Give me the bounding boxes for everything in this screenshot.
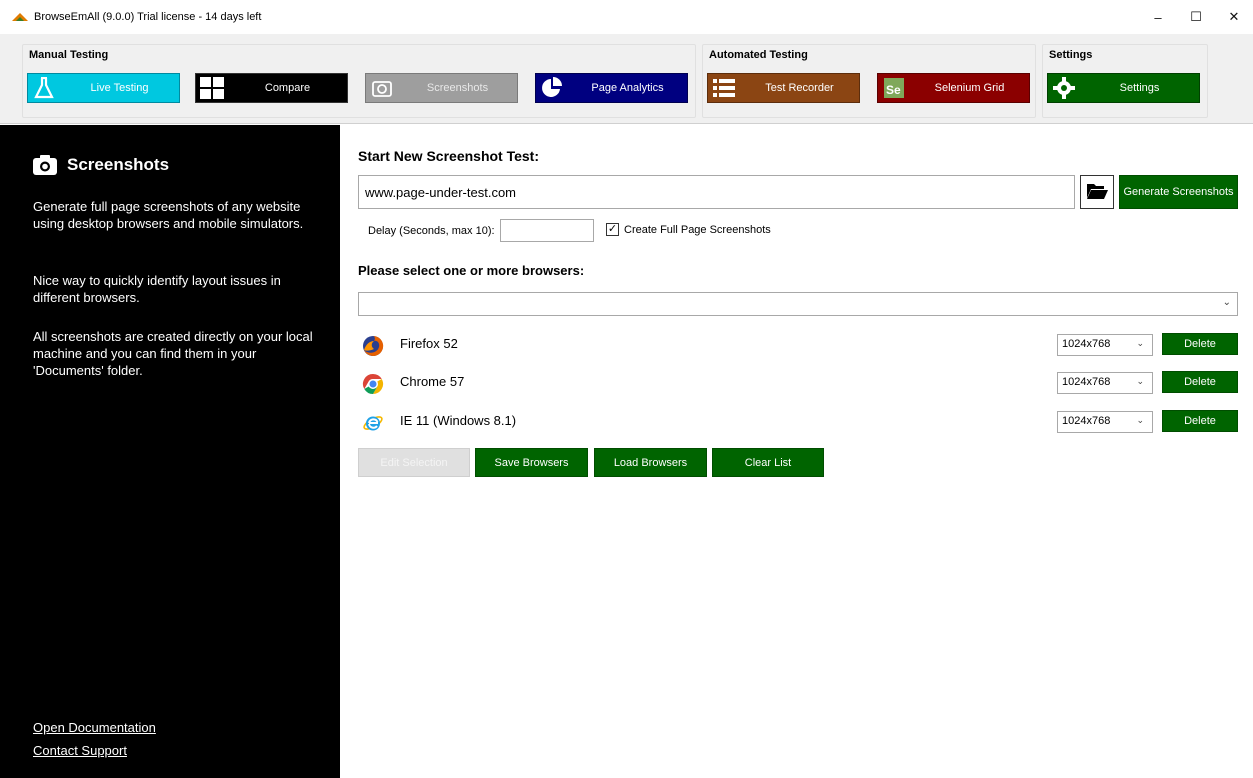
resolution-select[interactable]: 1024x768 ⌄ <box>1057 334 1153 356</box>
app-logo-icon <box>12 12 28 22</box>
delay-label: Delay (Seconds, max 10): <box>368 225 495 237</box>
delete-browser-button[interactable]: Delete <box>1162 371 1238 393</box>
start-test-title: Start New Screenshot Test: <box>358 148 540 164</box>
chrome-icon <box>362 373 384 395</box>
test-recorder-label: Test Recorder <box>765 82 834 94</box>
title-bar: BrowseEmAll (9.0.0) Trial license - 14 d… <box>0 0 1253 34</box>
resolution-value: 1024x768 <box>1062 376 1111 388</box>
delete-browser-button[interactable]: Delete <box>1162 333 1238 355</box>
sidebar-paragraph: Nice way to quickly identify layout issu… <box>33 273 281 305</box>
firefox-icon <box>362 335 384 357</box>
browse-folder-button[interactable] <box>1080 175 1114 209</box>
selenium-grid-button[interactable]: Se Selenium Grid <box>877 73 1030 103</box>
ie-icon <box>362 412 384 434</box>
live-testing-label: Live Testing <box>90 82 149 94</box>
browser-row: Chrome 57 1024x768 ⌄ Delete <box>358 371 1238 395</box>
live-testing-button[interactable]: Live Testing <box>27 73 180 103</box>
full-page-checkbox[interactable]: ✓ <box>606 223 619 236</box>
grid-icon <box>196 74 228 102</box>
contact-support-link[interactable]: Contact Support <box>33 743 127 758</box>
screenshots-label: Screenshots <box>426 82 489 94</box>
sidebar: Screenshots Generate full page screensho… <box>0 125 340 778</box>
settings-label: Settings <box>1119 82 1160 94</box>
browser-name: Firefox 52 <box>400 336 458 351</box>
chevron-down-icon: ⌄ <box>1136 376 1144 386</box>
sidebar-paragraph: All screenshots are created directly on … <box>33 329 313 378</box>
folder-open-icon <box>1086 182 1108 203</box>
generate-screenshots-button[interactable]: Generate Screenshots <box>1119 175 1238 209</box>
settings-button[interactable]: Settings <box>1047 73 1200 103</box>
browser-name: IE 11 (Windows 8.1) <box>400 413 517 428</box>
main-panel: Start New Screenshot Test: Generate Scre… <box>340 125 1253 778</box>
resolution-select[interactable]: 1024x768 ⌄ <box>1057 372 1153 394</box>
edit-selection-button[interactable]: Edit Selection <box>358 448 470 477</box>
group-label-automated-testing: Automated Testing <box>709 49 808 61</box>
delay-input[interactable] <box>500 219 594 242</box>
resolution-value: 1024x768 <box>1062 415 1111 427</box>
ribbon-toolbar: Manual Testing Automated Testing Setting… <box>0 34 1253 124</box>
page-analytics-label: Page Analytics <box>591 82 664 94</box>
flask-icon <box>28 74 60 102</box>
url-input[interactable] <box>358 175 1075 209</box>
select-browsers-title: Please select one or more browsers: <box>358 263 585 278</box>
resolution-select[interactable]: 1024x768 ⌄ <box>1057 411 1153 433</box>
checkmark-icon: ✓ <box>607 223 618 235</box>
resolution-value: 1024x768 <box>1062 338 1111 350</box>
pie-chart-icon <box>536 74 568 102</box>
clear-list-button[interactable]: Clear List <box>712 448 824 477</box>
chevron-down-icon: ⌄ <box>1136 415 1144 425</box>
browser-row: IE 11 (Windows 8.1) 1024x768 ⌄ Delete <box>358 410 1238 434</box>
group-label-settings: Settings <box>1049 49 1093 61</box>
window-title: BrowseEmAll (9.0.0) Trial license - 14 d… <box>34 11 262 23</box>
delete-browser-button[interactable]: Delete <box>1162 410 1238 432</box>
close-button[interactable]: ✕ <box>1215 0 1253 34</box>
sidebar-paragraph: Generate full page screenshots of any we… <box>33 199 304 231</box>
full-page-label: Create Full Page Screenshots <box>624 224 771 236</box>
selenium-icon: Se <box>878 74 910 102</box>
sidebar-title: Screenshots <box>33 155 169 175</box>
selenium-grid-label: Selenium Grid <box>934 82 1005 94</box>
browser-select-dropdown[interactable]: ⌄ <box>358 292 1238 316</box>
browser-name: Chrome 57 <box>400 374 465 389</box>
test-recorder-button[interactable]: Test Recorder <box>707 73 860 103</box>
load-browsers-button[interactable]: Load Browsers <box>594 448 707 477</box>
compare-label: Compare <box>264 82 311 94</box>
chevron-down-icon: ⌄ <box>1136 338 1144 348</box>
group-label-manual-testing: Manual Testing <box>29 49 109 61</box>
camera-icon <box>366 74 398 102</box>
browser-row: Firefox 52 1024x768 ⌄ Delete <box>358 333 1238 357</box>
minimize-button[interactable]: – <box>1139 0 1177 34</box>
save-browsers-button[interactable]: Save Browsers <box>475 448 588 477</box>
screenshots-button[interactable]: Screenshots <box>365 73 518 103</box>
svg-text:Se: Se <box>886 83 901 97</box>
open-documentation-link[interactable]: Open Documentation <box>33 720 156 735</box>
gear-icon <box>1048 74 1080 102</box>
compare-button[interactable]: Compare <box>195 73 348 103</box>
chevron-down-icon: ⌄ <box>1222 297 1231 308</box>
page-analytics-button[interactable]: Page Analytics <box>535 73 688 103</box>
sidebar-title-text: Screenshots <box>67 155 170 174</box>
list-icon <box>708 74 740 102</box>
maximize-button[interactable]: ☐ <box>1177 0 1215 34</box>
camera-icon <box>33 155 57 175</box>
